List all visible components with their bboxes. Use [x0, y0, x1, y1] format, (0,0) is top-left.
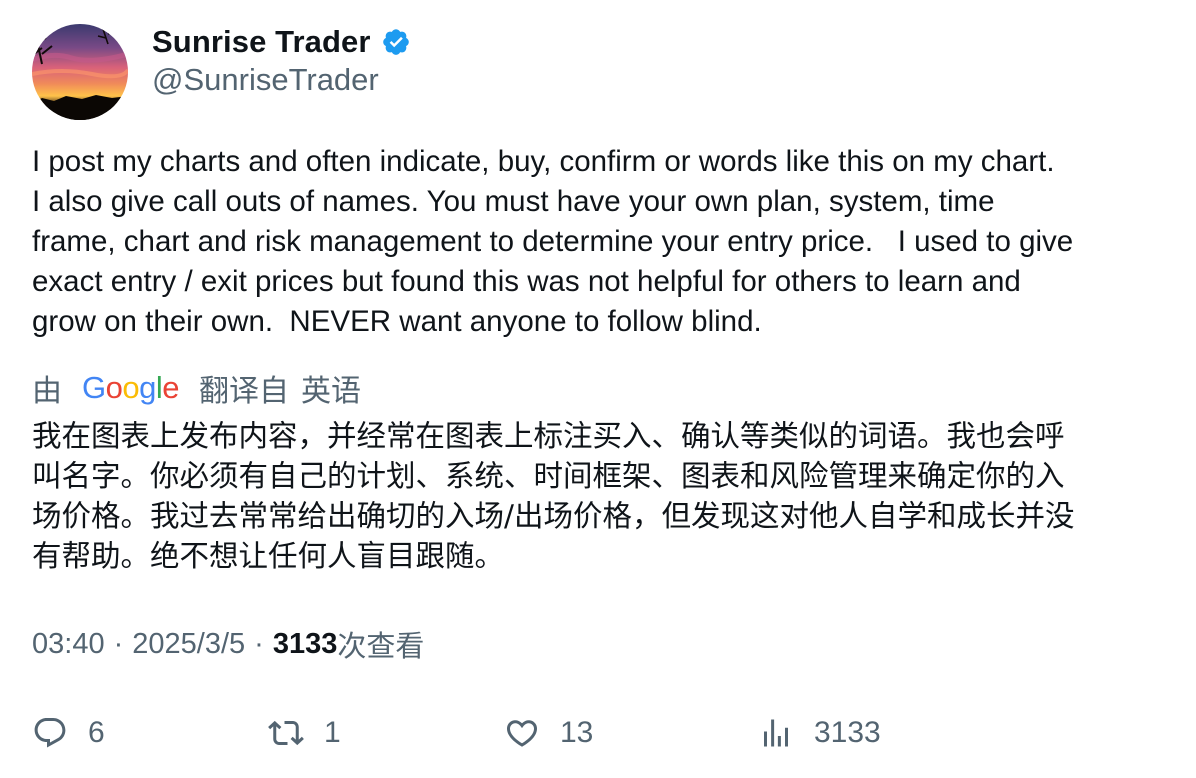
google-logo-letter: g — [139, 370, 156, 405]
translated-from-label: 翻译自 — [199, 375, 290, 408]
tweet-text-line: frame, chart and risk management to dete… — [32, 225, 1074, 258]
tweet-text: I post my charts and often indicate, buy… — [32, 142, 1172, 342]
retweet-count: 1 — [324, 716, 341, 749]
author-name-row[interactable]: Sunrise Trader — [152, 22, 411, 62]
tweet-text-line: I post my charts and often indicate, buy… — [32, 145, 1055, 178]
views-button[interactable]: 3133 — [758, 710, 881, 756]
display-name[interactable]: Sunrise Trader — [152, 24, 371, 60]
google-logo: Google — [82, 370, 180, 406]
retweet-button[interactable]: 1 — [268, 710, 341, 756]
tweet: Sunrise Trader @SunriseTrader I post my … — [0, 0, 1196, 778]
tweet-time[interactable]: 03:40 — [32, 628, 105, 661]
tweet-text-line: I also give call outs of names. You must… — [32, 185, 995, 218]
translated-text-line: 有帮助。绝不想让任何人盲目跟随。 — [32, 539, 505, 573]
translated-by-label: 由 — [32, 375, 62, 408]
translated-text-line: 场价格。我过去常常给出确切的入场/出场价格，但发现这对他人自学和成长并没 — [32, 499, 1075, 533]
tweet-meta: 03:40 · 2025/3/5 · 3133 次查看 — [32, 624, 424, 664]
meta-separator: · — [254, 627, 264, 660]
retweet-icon — [268, 720, 304, 746]
like-button[interactable]: 13 — [504, 710, 593, 756]
google-logo-letter: o — [105, 370, 123, 405]
reply-count: 6 — [88, 716, 105, 749]
views-label: 次查看 — [337, 631, 425, 663]
meta-separator: · — [113, 627, 124, 660]
like-count: 13 — [560, 716, 594, 749]
google-logo-letter: G — [82, 370, 106, 405]
translated-text-line: 叫名字。你必须有自己的计划、系统、时间框架、图表和风险管理来确定你的入 — [32, 459, 1065, 493]
source-language: 英语 — [301, 375, 362, 408]
reply-icon — [34, 718, 66, 748]
google-logo-letter: e — [162, 370, 180, 405]
translation-attribution[interactable]: 由 Google 翻译自 英语 — [32, 366, 361, 410]
views-action-count: 3133 — [814, 716, 881, 749]
tweet-text-line: exact entry / exit prices but found this… — [32, 265, 1021, 298]
verified-badge-icon — [382, 29, 409, 55]
analytics-icon — [764, 719, 788, 747]
sunrise-avatar-image — [32, 24, 128, 120]
tweet-text-line: grow on their own. NEVER want anyone to … — [32, 305, 762, 338]
google-logo-letter: o — [122, 370, 140, 405]
avatar[interactable] — [32, 24, 128, 120]
tweet-date[interactable]: 2025/3/5 — [132, 628, 245, 661]
action-bar: 6 1 13 3133 — [0, 710, 1196, 756]
translated-text: 我在图表上发布内容，并经常在图表上标注买入、确认等类似的词语。我也会呼 叫名字。… — [32, 416, 1172, 576]
author-handle[interactable]: @SunriseTrader — [152, 62, 379, 98]
translated-text-line: 我在图表上发布内容，并经常在图表上标注买入、确认等类似的词语。我也会呼 — [32, 419, 1065, 453]
heart-icon — [506, 720, 538, 747]
views-count: 3133 — [272, 627, 338, 660]
reply-button[interactable]: 6 — [32, 710, 105, 756]
